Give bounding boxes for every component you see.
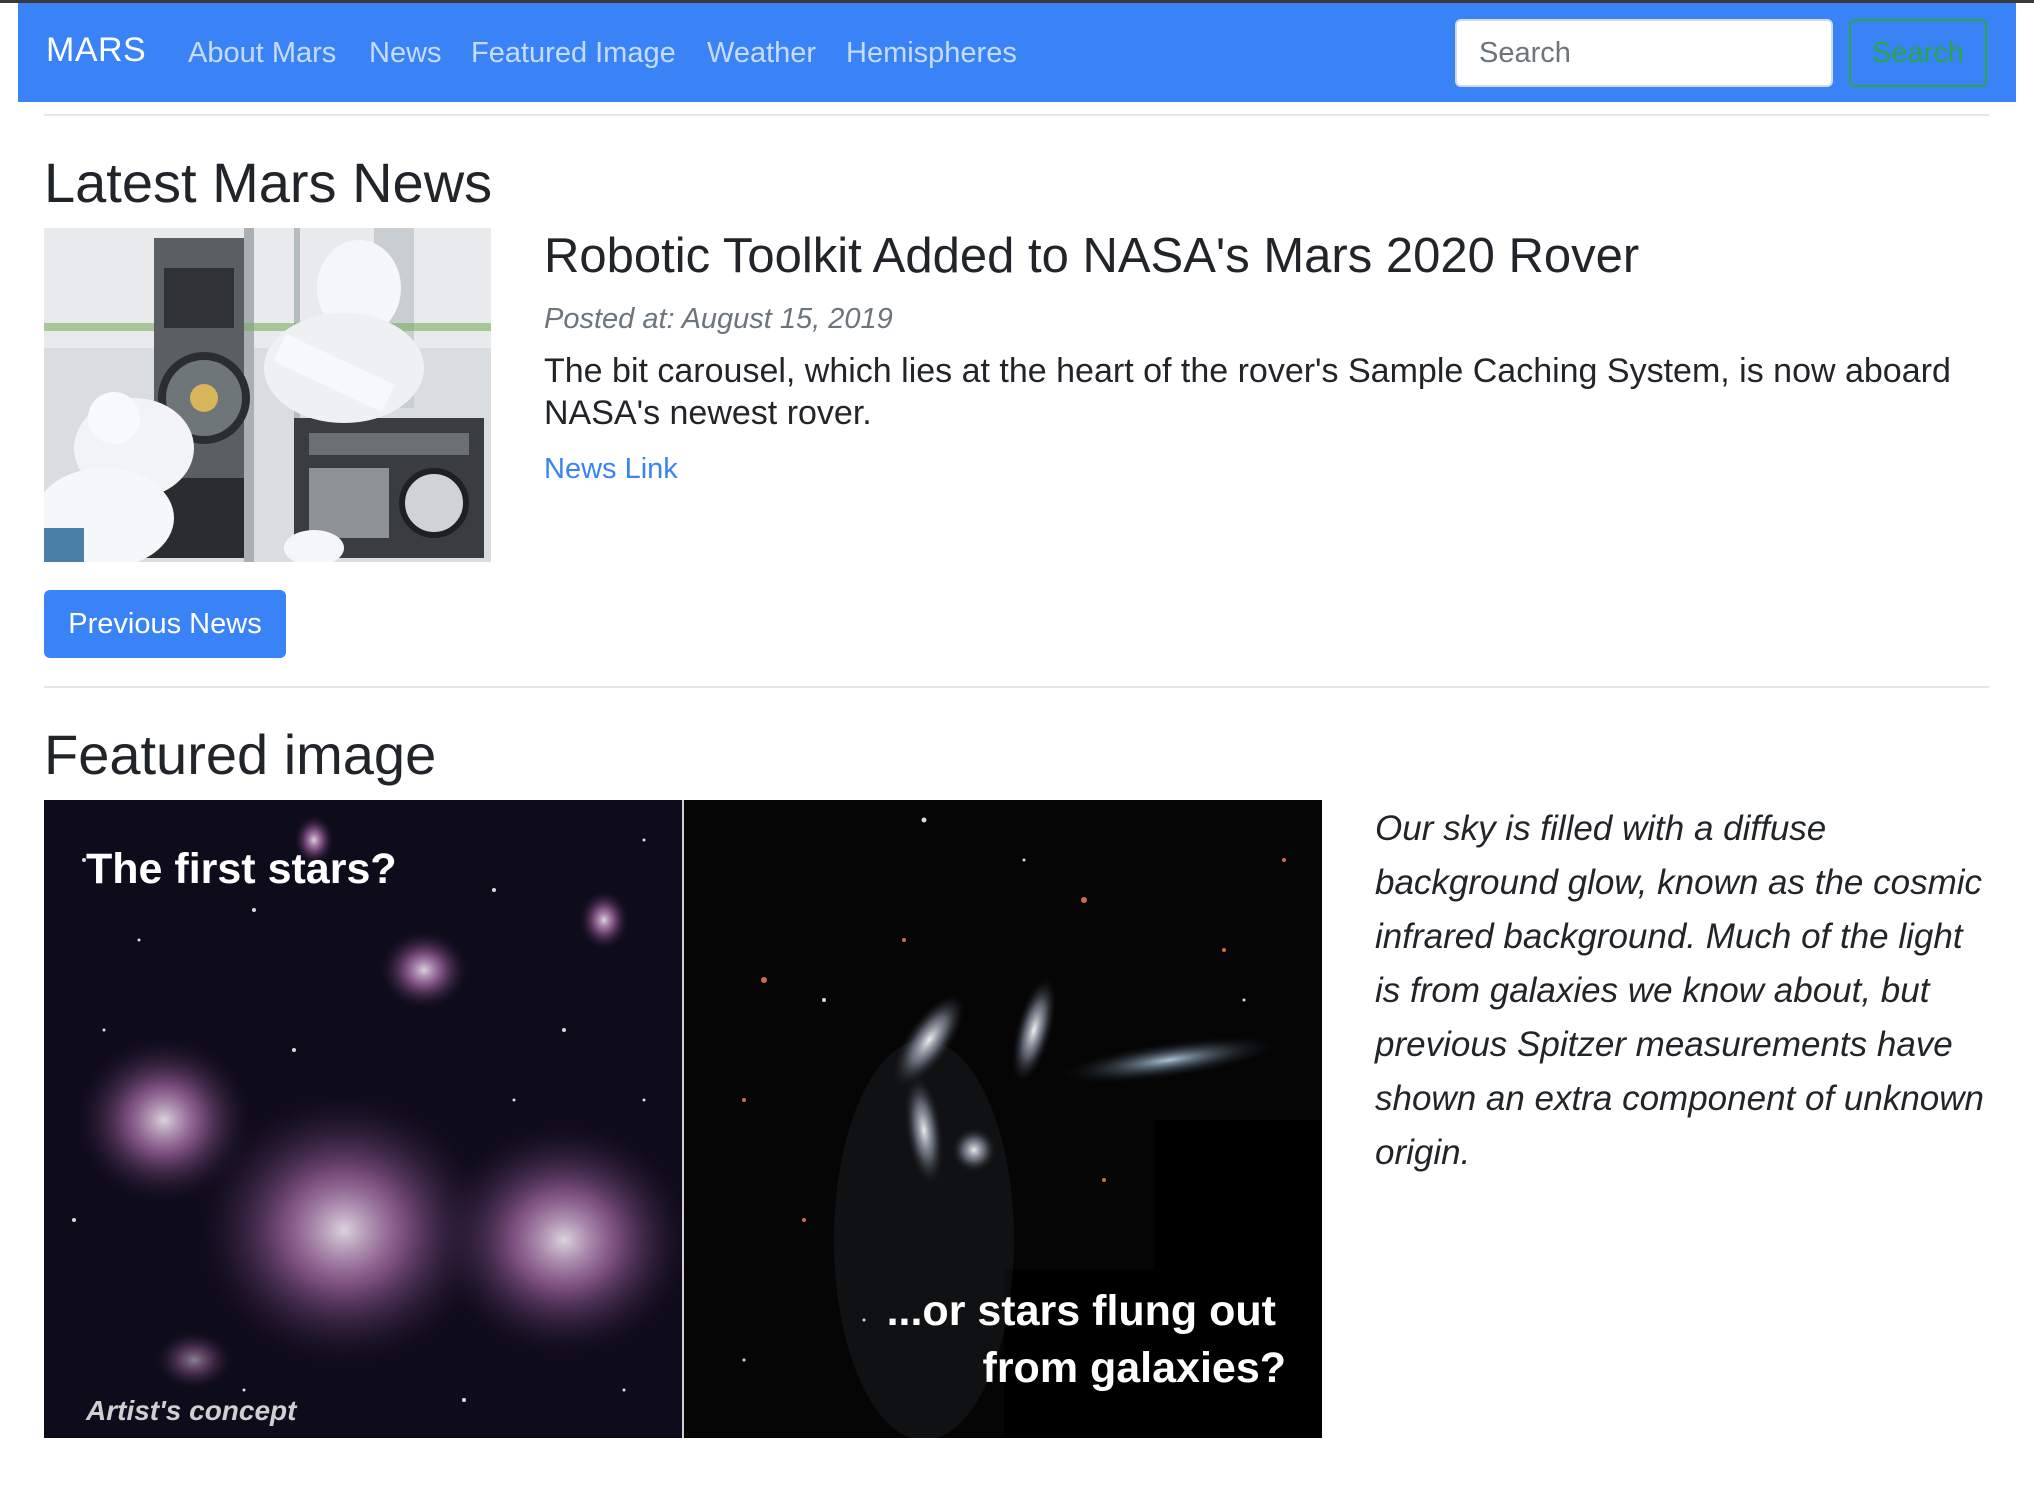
- navbar: MARS About Mars News Featured Image Weat…: [18, 3, 2016, 102]
- news-article-title: Robotic Toolkit Added to NASA's Mars 202…: [544, 229, 1640, 283]
- featured-image-heading: Featured image: [44, 723, 437, 786]
- search-input[interactable]: [1455, 19, 1833, 87]
- news-thumbnail-image: [44, 228, 491, 562]
- brand-logo[interactable]: MARS: [46, 31, 146, 70]
- caption-stars-flung-line1: ...or stars flung out: [887, 1287, 1276, 1335]
- featured-image[interactable]: The first stars? Artist's concept ...or …: [44, 800, 1322, 1438]
- divider-middle: [44, 686, 1989, 688]
- news-teaser: The bit carousel, which lies at the hear…: [544, 352, 1951, 432]
- news-link[interactable]: News Link: [544, 453, 678, 486]
- nav-item-news[interactable]: News: [369, 37, 442, 70]
- nav-item-hemispheres[interactable]: Hemispheres: [846, 37, 1017, 70]
- news-posted-date: Posted at: August 15, 2019: [544, 303, 893, 335]
- divider-top: [44, 114, 1989, 116]
- search-button[interactable]: Search: [1849, 19, 1987, 87]
- featured-image-description: Our sky is filled with a diffuse backgro…: [1375, 809, 1984, 1172]
- latest-news-heading: Latest Mars News: [44, 151, 493, 214]
- previous-news-button[interactable]: Previous News: [44, 590, 286, 658]
- nav-item-weather[interactable]: Weather: [707, 37, 816, 70]
- caption-first-stars: The first stars?: [86, 845, 397, 893]
- caption-artists-concept: Artist's concept: [85, 1395, 298, 1426]
- nav-item-about-mars[interactable]: About Mars: [188, 37, 336, 70]
- caption-stars-flung-line2: from galaxies?: [983, 1344, 1287, 1392]
- nav-item-featured-image[interactable]: Featured Image: [471, 37, 676, 70]
